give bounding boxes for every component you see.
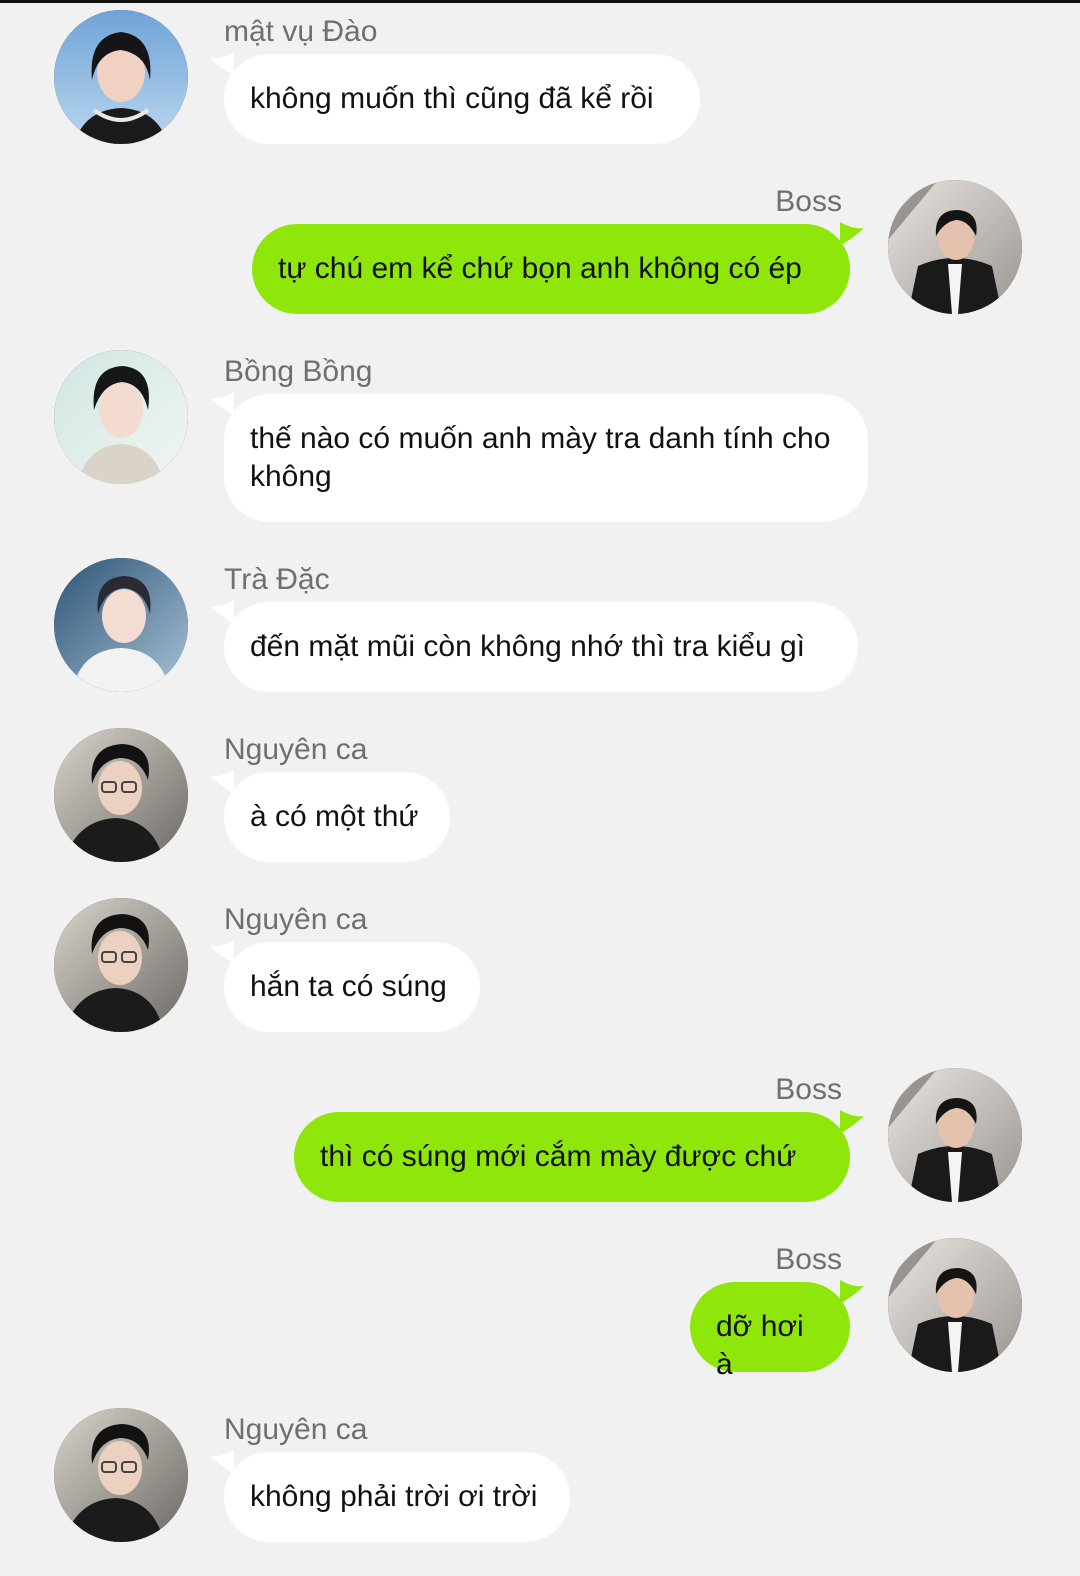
woman-short-hair-avatar[interactable] <box>54 10 188 144</box>
message-bubble[interactable]: không muốn thì cũng đã kể rồi <box>224 54 700 144</box>
sender-name: mật vụ Đào <box>224 15 378 48</box>
sender-name: Trà Đặc <box>224 563 330 596</box>
bubble-tail <box>840 222 864 246</box>
message-bubble[interactable]: thế nào có muốn anh mày tra danh tính ch… <box>224 394 868 522</box>
message-bubble[interactable]: à có một thứ <box>224 772 450 862</box>
sender-name: Nguyên ca <box>224 903 368 936</box>
bubble-tail <box>210 600 234 624</box>
bubble-tail <box>210 1450 234 1474</box>
sender-name: Boss <box>775 1243 842 1276</box>
message-bubble[interactable]: dỡ hơi à <box>690 1282 850 1381</box>
bubble-tail <box>840 1110 864 1134</box>
man-glasses-avatar[interactable] <box>54 1408 188 1542</box>
sender-name: Boss <box>775 185 842 218</box>
sender-name: Bồng Bồng <box>224 355 373 388</box>
man-black-suit-avatar[interactable] <box>888 180 1022 314</box>
message-bubble[interactable]: không phải trời ơi trời <box>224 1452 570 1542</box>
message-bubble[interactable]: hắn ta có súng <box>224 942 480 1032</box>
bubble-tail <box>210 940 234 964</box>
man-glasses-avatar[interactable] <box>54 898 188 1032</box>
young-man-light-shirt-avatar[interactable] <box>54 350 188 484</box>
man-black-suit-avatar[interactable] <box>888 1238 1022 1372</box>
man-glasses-avatar[interactable] <box>54 728 188 862</box>
bubble-tail <box>210 52 234 76</box>
young-man-white-outfit-avatar[interactable] <box>54 558 188 692</box>
bubble-tail <box>210 392 234 416</box>
bubble-tail <box>840 1280 864 1304</box>
man-black-suit-avatar[interactable] <box>888 1068 1022 1202</box>
message-bubble[interactable]: thì có súng mới cắm mày được chứ <box>294 1112 850 1202</box>
status-bar-divider <box>0 0 1080 3</box>
sender-name: Nguyên ca <box>224 1413 368 1446</box>
sender-name: Nguyên ca <box>224 733 368 766</box>
message-bubble[interactable]: đến mặt mũi còn không nhớ thì tra kiểu g… <box>224 602 858 692</box>
bubble-tail <box>210 770 234 794</box>
message-bubble[interactable]: tự chú em kể chứ bọn anh không có ép <box>252 224 850 314</box>
sender-name: Boss <box>775 1073 842 1106</box>
